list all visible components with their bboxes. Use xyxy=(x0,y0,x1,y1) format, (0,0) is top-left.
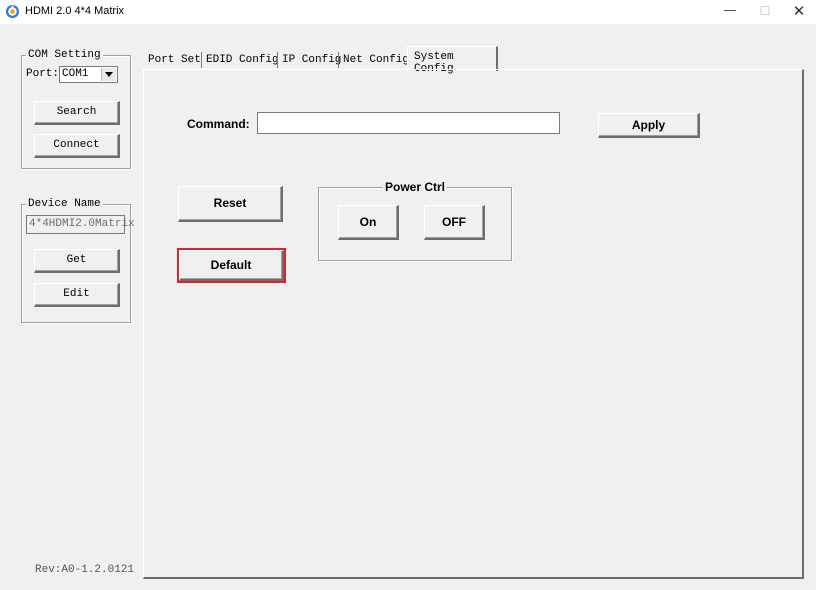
device-name-field[interactable]: 4*4HDMI2.0Matrix xyxy=(26,215,135,234)
tab-divider xyxy=(338,52,339,68)
revision-label: Rev:A0-1.2.0121 xyxy=(35,564,135,576)
search-button[interactable]: Search xyxy=(34,101,120,125)
tab-divider xyxy=(277,52,278,68)
port-select-value: COM1 xyxy=(62,68,89,80)
tab-divider xyxy=(201,52,202,68)
port-label: Port: xyxy=(26,68,60,80)
maximize-icon[interactable]: ☐ xyxy=(748,0,782,24)
device-name-value: 4*4HDMI2.0Matrix xyxy=(29,218,135,230)
command-input[interactable] xyxy=(257,112,560,134)
minimize-icon[interactable]: — xyxy=(713,0,747,24)
edit-button[interactable]: Edit xyxy=(34,283,120,307)
tab-ip-config[interactable]: IP Config xyxy=(282,50,341,70)
reset-button[interactable]: Reset xyxy=(178,186,283,222)
port-select[interactable]: COM1 xyxy=(59,66,118,83)
chevron-down-icon[interactable] xyxy=(101,68,116,81)
window-title: HDMI 2.0 4*4 Matrix xyxy=(25,5,125,17)
apply-button[interactable]: Apply xyxy=(598,113,700,138)
app-icon xyxy=(5,4,20,19)
tab-system-config[interactable]: System Config xyxy=(407,46,498,75)
com-setting-legend: COM Setting xyxy=(26,49,103,62)
tab-port-set[interactable]: Port Set xyxy=(148,50,201,70)
get-button[interactable]: Get xyxy=(34,249,120,273)
power-off-button[interactable]: OFF xyxy=(424,205,485,240)
title-bar: HDMI 2.0 4*4 Matrix — ☐ ✕ xyxy=(0,0,816,24)
device-name-legend: Device Name xyxy=(26,198,103,211)
close-icon[interactable]: ✕ xyxy=(782,0,816,24)
highlight-box xyxy=(177,248,286,283)
connect-button[interactable]: Connect xyxy=(34,134,120,158)
power-ctrl-legend: Power Ctrl xyxy=(383,180,448,194)
system-config-panel xyxy=(143,69,804,579)
tab-net-config[interactable]: Net Config xyxy=(343,50,409,70)
power-on-button[interactable]: On xyxy=(338,205,399,240)
command-label: Command: xyxy=(187,117,250,131)
tab-edid-config[interactable]: EDID Config xyxy=(206,50,279,70)
